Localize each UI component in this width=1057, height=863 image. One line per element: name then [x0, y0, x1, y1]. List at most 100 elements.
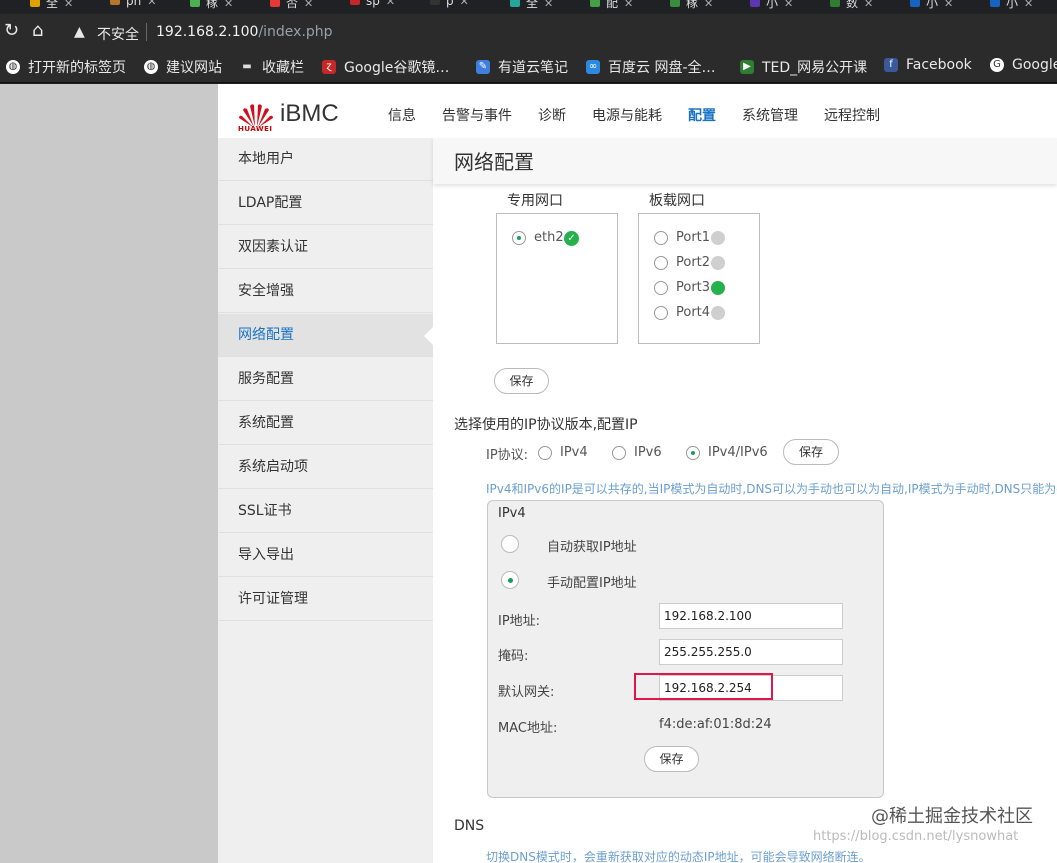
save-ipv4-button[interactable]: 保存 [644, 746, 699, 772]
ip-protocol-option-ipv6: IPv6 [634, 445, 662, 460]
menu-alarms[interactable]: 告警与事件 [442, 105, 512, 125]
address-separator [146, 23, 147, 41]
ip-protocol-option-ipv4: IPv4 [560, 445, 588, 460]
port-radio-port1[interactable] [654, 231, 668, 245]
browser-tab[interactable]: 稼 ✕ [190, 0, 233, 12]
dedicated-port-label: 专用网口 [507, 193, 563, 209]
menu-config[interactable]: 配置 [688, 105, 716, 125]
browser-tab[interactable]: 稼 ✕ [670, 0, 713, 12]
port-radio-port3[interactable] [654, 281, 668, 295]
ipv4-manual-radio[interactable] [501, 571, 519, 589]
sidebar-item-boot[interactable]: 系统启动项 [218, 446, 433, 489]
warning-icon[interactable]: ▲ [74, 24, 85, 40]
browser-tab[interactable]: 小 ✕ [750, 0, 793, 12]
ipv4-panel: IPv4 自动获取IP地址 手动配置IP地址 IP地址: 192.168.2.1… [487, 500, 884, 798]
tab-close-icon[interactable]: ✕ [64, 0, 73, 10]
browser-tab[interactable]: 数 ✕ [830, 0, 873, 12]
browser-tab[interactable]: 小 ✕ [990, 0, 1033, 12]
bookmarks-bar: ◍ 打开新的标签页 ◍ 建议网站 ▬ 收藏栏 ɀ Google谷歌镜… ✎ 有道云笔记 ∞ 百度云 网… [0, 50, 1057, 83]
tab-label: 小 [766, 0, 779, 10]
save-port-button[interactable]: 保存 [494, 368, 549, 394]
tab-close-icon[interactable]: ✕ [704, 0, 713, 10]
port-radio-port2[interactable] [654, 256, 668, 270]
sidebar-item-system-config[interactable]: 系统配置 [218, 402, 433, 445]
sidebar-item-security[interactable]: 安全增强 [218, 270, 433, 313]
sidebar-item-ssl[interactable]: SSL证书 [218, 490, 433, 533]
tab-favicon-icon [510, 0, 520, 7]
menu-system[interactable]: 系统管理 [742, 105, 798, 125]
bookmark-item[interactable]: ∞ 百度云 网盘-全… [586, 57, 716, 77]
bookmark-label: TED_网易公开课 [762, 60, 868, 76]
ip-protocol-radio-ipv4[interactable] [538, 446, 552, 460]
gateway-label: 默认网关: [498, 685, 555, 700]
sidebar-item-two-factor[interactable]: 双因素认证 [218, 226, 433, 269]
reload-icon[interactable]: ↻ [4, 22, 19, 40]
port-label-port4: Port4 [676, 305, 711, 320]
tab-close-icon[interactable]: ✕ [544, 0, 553, 10]
bookmark-item[interactable]: ▬ 收藏栏 [240, 57, 304, 77]
sidebar-item-license[interactable]: 许可证管理 [218, 578, 433, 621]
tab-close-icon[interactable]: ✕ [784, 0, 793, 10]
bookmark-label: 建议网站 [166, 60, 222, 76]
sidebar-item-import-export[interactable]: 导入导出 [218, 534, 433, 577]
tab-close-icon[interactable]: ✕ [147, 0, 156, 8]
bookmark-label: 百度云 网盘-全… [608, 60, 716, 76]
globe-icon: ◍ [144, 60, 158, 74]
tab-close-icon[interactable]: ✕ [944, 0, 953, 10]
google-icon: G [990, 58, 1004, 72]
browser-tab[interactable]: 全 ✕ [30, 0, 73, 12]
tab-close-icon[interactable]: ✕ [386, 0, 395, 8]
sidebar-item-services[interactable]: 服务配置 [218, 358, 433, 401]
bookmark-item[interactable]: ▶ TED_网易公开课 [740, 57, 867, 77]
browser-tab[interactable]: 小 ✕ [910, 0, 953, 12]
browser-tab[interactable]: ph ✕ [110, 0, 156, 12]
sidebar-item-local-users[interactable]: 本地用户 [218, 138, 433, 181]
menu-info[interactable]: 信息 [388, 105, 416, 125]
sidebar-item-network[interactable]: 网络配置 [218, 314, 433, 357]
tab-close-icon[interactable]: ✕ [624, 0, 633, 10]
ip-address-input[interactable]: 192.168.2.100 [659, 603, 843, 629]
menu-power[interactable]: 电源与能耗 [592, 105, 662, 125]
ipv4-auto-radio[interactable] [501, 535, 519, 553]
tab-label: 否 [286, 0, 299, 10]
tab-close-icon[interactable]: ✕ [864, 0, 873, 10]
bookmark-item[interactable]: f Facebook [884, 57, 972, 73]
ibmc-page: HUAWEI iBMC 信息 告警与事件 诊断 电源与能耗 配置 系统管理 远程… [218, 84, 1057, 863]
bookmark-item[interactable]: G Google [990, 57, 1057, 73]
browser-tab[interactable]: 否 ✕ [270, 0, 313, 12]
bookmark-label: 有道云笔记 [498, 60, 568, 76]
watermark-url: https://blog.csdn.net/lysnowhat [813, 829, 1019, 844]
ipv4-auto-label: 自动获取IP地址 [547, 540, 637, 555]
tab-close-icon[interactable]: ✕ [304, 0, 313, 10]
tab-label: 数 [846, 0, 859, 10]
port-radio-eth2[interactable] [512, 231, 526, 245]
tab-close-icon[interactable]: ✕ [460, 0, 469, 8]
bookmark-item[interactable]: ◍ 打开新的标签页 [6, 57, 126, 77]
browser-tab[interactable]: 全 ✕ [510, 0, 553, 12]
tab-close-icon[interactable]: ✕ [1024, 0, 1033, 10]
ip-protocol-radio-ipv6[interactable] [612, 446, 626, 460]
browser-tab[interactable]: 配 ✕ [590, 0, 633, 12]
menu-remote[interactable]: 远程控制 [824, 105, 880, 125]
menu-diagnostics[interactable]: 诊断 [538, 105, 566, 125]
ip-protocol-radio-dual[interactable] [686, 446, 700, 460]
tab-label: 小 [1006, 0, 1019, 10]
mask-input[interactable]: 255.255.255.0 [659, 639, 843, 665]
browser-tab[interactable]: p ✕ [430, 0, 469, 12]
tab-favicon-icon [30, 0, 40, 7]
sidebar-item-ldap[interactable]: LDAP配置 [218, 182, 433, 225]
bookmark-item[interactable]: ɀ Google谷歌镜… [322, 57, 449, 77]
save-protocol-button[interactable]: 保存 [783, 439, 839, 465]
bookmark-item[interactable]: ✎ 有道云笔记 [476, 57, 568, 77]
status-dot-icon [711, 256, 725, 270]
url-field[interactable]: 192.168.2.100/index.php [156, 24, 333, 40]
browser-tab[interactable]: sp ✕ [350, 0, 395, 12]
tab-close-icon[interactable]: ✕ [224, 0, 233, 10]
port-radio-port4[interactable] [654, 306, 668, 320]
ip-protocol-option-dual: IPv4/IPv6 [708, 445, 768, 460]
bookmark-item[interactable]: ◍ 建议网站 [144, 57, 222, 77]
google-mirror-icon: ɀ [322, 60, 336, 74]
home-icon[interactable]: ⌂ [32, 22, 43, 40]
insecure-label[interactable]: 不安全 [97, 24, 139, 44]
tab-favicon-icon [990, 0, 1000, 7]
